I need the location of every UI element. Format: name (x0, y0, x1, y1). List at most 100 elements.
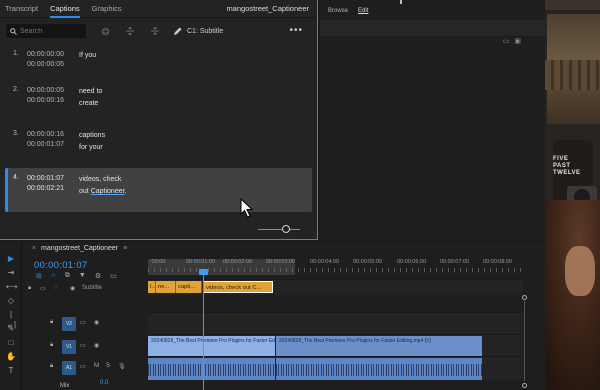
caption-text[interactable]: captions for your (79, 130, 105, 154)
caption-text[interactable]: videos, check out Captioneer. (79, 174, 127, 198)
eye-icon[interactable]: ◉ (94, 319, 99, 326)
solo-button[interactable]: S (106, 363, 110, 369)
folder-icon[interactable]: ▭ (503, 37, 510, 45)
caption-number: 1. (13, 50, 19, 57)
merge-caption-icon[interactable] (149, 25, 161, 37)
ripple-edit-tool-icon[interactable]: ⟷ (6, 282, 17, 292)
ruler-label: 00:00:08:00 (483, 259, 513, 265)
zoom-slider[interactable] (258, 224, 308, 234)
sync-icon[interactable]: ◌ (54, 285, 58, 291)
caption-clip[interactable]: I... (148, 281, 156, 293)
snap-icon[interactable]: ∩ (51, 272, 56, 280)
caption-clip[interactable]: capti... (176, 281, 202, 293)
caption-line-2: create (79, 100, 99, 107)
mix-value[interactable]: 0.0 (100, 380, 108, 386)
video-clip[interactable]: 20240828_The Best Premiere Pro Plugins f… (276, 336, 482, 358)
mute-button[interactable]: M (94, 363, 99, 369)
tab-captions[interactable]: Captions (50, 0, 80, 18)
track-target-v1[interactable]: V1 (62, 340, 76, 354)
caption-row[interactable]: 3. 00:00:00:16 00:00:01:07 captions for … (5, 124, 312, 166)
mouse-cursor-icon (240, 198, 254, 218)
tools-panel: ▶ ⇥ ⟷ ◇ |↔| ✎ □ ✋ T (0, 242, 22, 390)
caption-clip-selected[interactable]: videos, check out C... (203, 281, 273, 293)
caption-track-icon[interactable]: ▭ (40, 285, 46, 292)
sequence-tab[interactable]: × mangostreet_Captioneer ≡ (32, 245, 127, 252)
rectangle-tool-icon[interactable]: □ (6, 338, 16, 348)
microphone-icon[interactable]: 🎙︎ (118, 363, 126, 370)
eye-icon[interactable]: ◉ (70, 285, 75, 292)
linked-selection-icon[interactable]: ⧉ (65, 272, 70, 280)
program-monitor-preview: FIVE PAST TWELVE (545, 0, 600, 390)
selection-tool-icon[interactable]: ▶ (6, 254, 16, 264)
scroll-handle-bottom[interactable] (522, 383, 527, 388)
caption-text[interactable]: If you (79, 50, 96, 62)
search-icon (10, 27, 17, 35)
marker-icon[interactable]: ▼ (79, 272, 86, 280)
audio-waveform (148, 364, 275, 376)
eye-icon[interactable]: ◉ (94, 342, 99, 349)
playhead-line[interactable] (203, 272, 204, 390)
add-caption-icon[interactable] (99, 25, 111, 37)
track-select-tool-icon[interactable]: ⇥ (6, 268, 16, 278)
subtitle-track-lane[interactable]: I... ne... capti... videos, check out C.… (148, 279, 523, 295)
caption-number: 4. (13, 174, 19, 181)
razor-tool-icon[interactable]: ◇ (6, 296, 16, 306)
scroll-track[interactable] (524, 301, 525, 381)
hand-tool-icon[interactable]: ✋ (6, 352, 16, 362)
sequence-tab-close[interactable]: × (32, 245, 36, 252)
lock-icon[interactable]: 🔒︎ (50, 319, 53, 326)
sequence-tab-menu-icon[interactable]: ≡ (123, 245, 127, 252)
sync-lock-icon[interactable]: ▭ (80, 319, 86, 326)
tab-transcript[interactable]: Transcript (5, 0, 38, 18)
nest-icon[interactable]: ⊞ (36, 272, 42, 280)
scroll-handle-top[interactable] (522, 295, 527, 300)
preview-face (565, 246, 595, 296)
preview-sign: FIVE PAST TWELVE (553, 156, 581, 176)
search-input[interactable] (20, 27, 80, 35)
caption-row[interactable]: 2. 00:00:00:05 00:00:00:16 need to creat… (5, 80, 312, 122)
sync-lock-icon[interactable]: ▭ (80, 342, 86, 349)
caption-number: 2. (13, 86, 19, 93)
captions-toggle-icon[interactable]: ▭ (110, 272, 117, 280)
caption-in-time: 00:00:00:16 (27, 131, 64, 138)
captions-panel: Transcript Captions Graphics mangostreet… (0, 0, 318, 240)
audio-clip[interactable] (148, 358, 275, 380)
caption-clip[interactable]: ne... (156, 281, 176, 293)
ruler-label: 00:00:04:00 (310, 259, 340, 265)
type-tool-icon[interactable]: T (6, 366, 16, 376)
zoom-slider-knob[interactable] (282, 225, 290, 233)
tab-browse[interactable]: Browse (328, 8, 348, 14)
caption-out-time: 00:00:02:21 (27, 185, 64, 192)
sync-lock-icon[interactable]: ▭ (80, 363, 86, 370)
split-caption-icon[interactable] (124, 25, 136, 37)
caption-track-label[interactable]: C1: Subtitle (187, 28, 223, 35)
caption-text[interactable]: need to create (79, 86, 102, 110)
caption-line-1: videos, check (79, 176, 122, 183)
caption-number: 3. (13, 130, 19, 137)
search-box[interactable] (6, 24, 86, 38)
lock-icon[interactable]: 🔒︎ (50, 342, 53, 349)
caption-times: 00:00:00:00 00:00:00:05 (27, 50, 64, 70)
lock-icon[interactable]: 🔒︎ (50, 363, 53, 370)
track-target-v2[interactable]: V2 (62, 317, 76, 331)
more-options-icon[interactable]: ••• (289, 25, 303, 36)
wrench-icon[interactable]: ⚙ (95, 272, 101, 280)
new-layer-icon[interactable]: ▣ (514, 37, 521, 45)
a1-track-lane[interactable] (148, 356, 523, 380)
pencil-icon[interactable] (171, 25, 183, 37)
lock-icon[interactable]: 🔒︎ (28, 285, 31, 292)
video-clip[interactable]: 20240828_The Best Premiere Pro Plugins f… (148, 336, 275, 358)
audio-clip[interactable] (276, 358, 482, 380)
vertical-scrollbar[interactable] (522, 295, 528, 390)
v1-track-lane[interactable]: 20240828_The Best Premiere Pro Plugins f… (148, 334, 523, 358)
caption-row-selected[interactable]: 4. 00:00:01:07 00:00:02:21 videos, check… (5, 168, 312, 212)
zoom-slider-track (258, 229, 300, 230)
slip-tool-icon[interactable]: |↔| (6, 310, 16, 329)
timecode-display[interactable]: 00:00:01:07 (34, 260, 88, 271)
track-target-a1[interactable]: A1 (62, 361, 76, 375)
caption-line-2-end: . (124, 188, 127, 195)
tab-edit[interactable]: Edit (358, 8, 368, 14)
pen-tool-icon[interactable]: ✎ (6, 324, 16, 334)
v2-track-lane[interactable] (148, 312, 523, 334)
tab-graphics[interactable]: Graphics (92, 0, 122, 18)
